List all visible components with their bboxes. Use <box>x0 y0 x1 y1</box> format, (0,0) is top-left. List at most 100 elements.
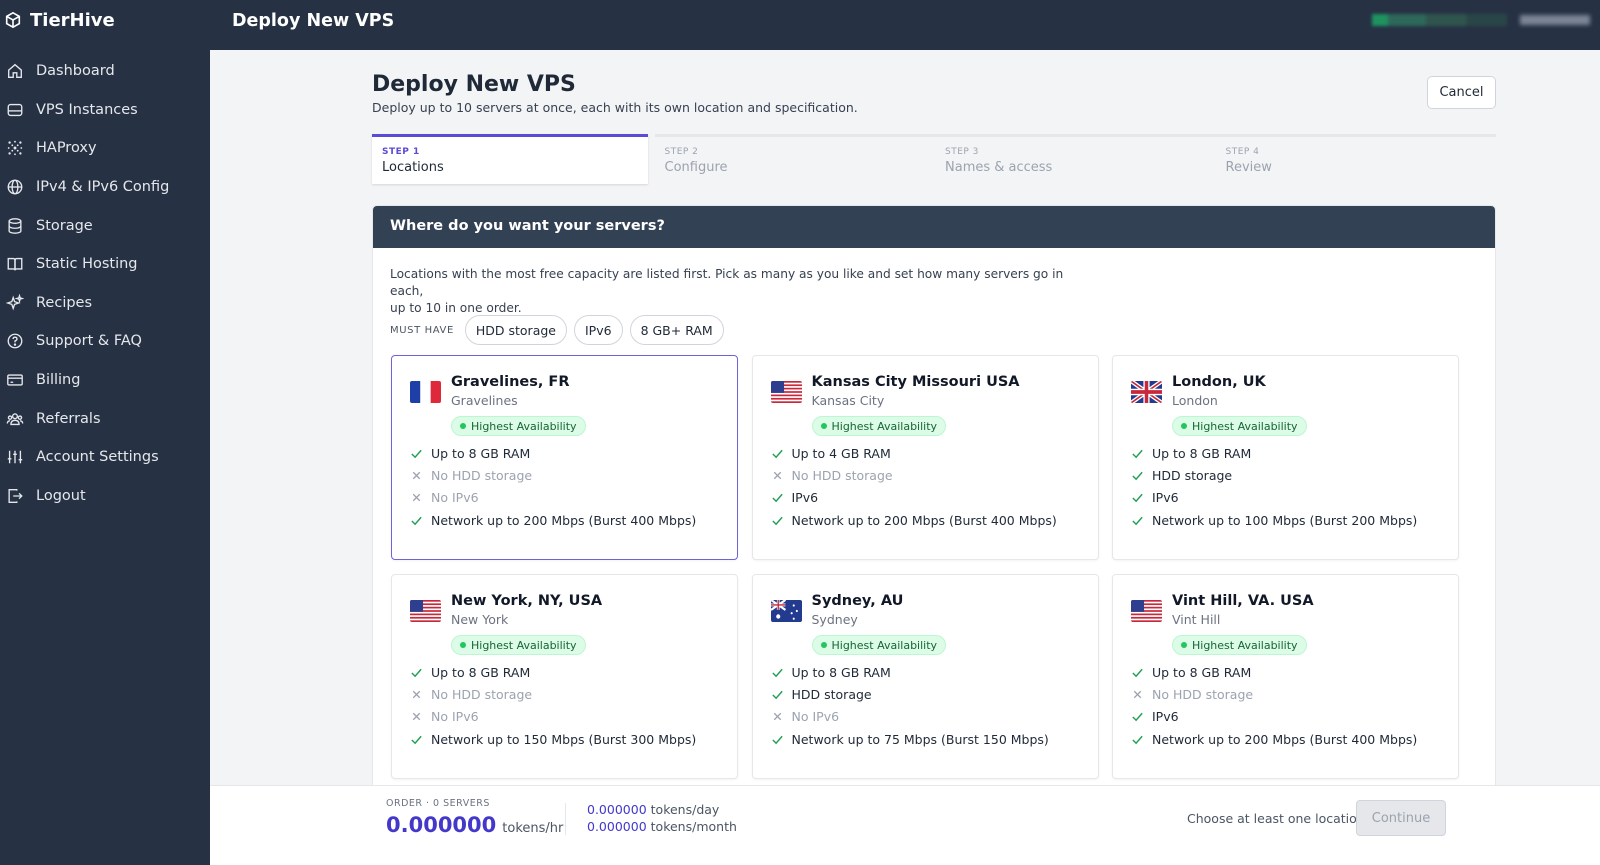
cancel-button[interactable]: Cancel <box>1427 76 1496 109</box>
location-card[interactable]: Gravelines, FR Gravelines Highest Availabi… <box>391 355 738 560</box>
check-icon <box>411 449 422 458</box>
location-subtitle: Gravelines <box>451 393 518 408</box>
check-icon <box>1132 449 1143 458</box>
sidebar-item-dashboard[interactable]: Dashboard <box>0 52 210 91</box>
logo-cube-icon <box>5 11 21 29</box>
location-title: Vint Hill, VA. USA <box>1172 593 1314 609</box>
check-icon <box>771 449 783 458</box>
check-icon <box>1132 668 1143 677</box>
feature-text: No IPv6 <box>431 709 479 725</box>
feature-text: HDD storage <box>1152 468 1233 484</box>
feature-item: Up to 8 GB RAM <box>410 661 719 683</box>
topbar-title: Deploy New VPS <box>232 11 395 31</box>
database-icon <box>8 217 22 234</box>
feature-text: No HDD storage <box>431 687 533 703</box>
x-icon <box>412 690 421 699</box>
sidebar-item-support[interactable]: Support & FAQ <box>0 322 210 361</box>
sidebar-item-static-hosting[interactable]: Static Hosting <box>0 245 210 284</box>
feature-item: No HDD storage <box>1131 683 1440 705</box>
check-icon <box>411 668 422 677</box>
feature-text: Network up to 200 Mbps (Burst 400 Mbps) <box>431 512 697 528</box>
sidebar-item-label: Billing <box>36 372 81 389</box>
feature-item: IPv6 <box>1131 706 1440 728</box>
card-header: Kansas City Missouri USA Kansas City Highe… <box>770 374 1080 436</box>
filter-chip-hdd[interactable]: HDD storage <box>464 315 567 345</box>
location-card[interactable]: London, UK London Highest Availability Up t… <box>1112 355 1459 560</box>
feature-text: HDD storage <box>791 687 872 703</box>
status-dot-icon <box>460 423 466 429</box>
step-names-access[interactable]: STEP 3 Names & access <box>935 134 1216 184</box>
x-icon <box>412 713 421 721</box>
page-subtitle: Deploy up to 10 servers at once, each wi… <box>372 100 858 115</box>
must-have-label: MUST HAVE <box>390 324 454 336</box>
step-label: Configure <box>664 160 728 175</box>
step-locations[interactable]: STEP 1 Locations <box>372 134 648 184</box>
account-status-redacted <box>1372 14 1507 26</box>
step-label: Locations <box>382 160 444 175</box>
feature-text: Up to 4 GB RAM <box>791 445 891 461</box>
step-label: Names & access <box>945 160 1053 175</box>
feature-item: Up to 4 GB RAM <box>771 442 1080 464</box>
order-bar: ORDER · 0 SERVERS 0.000000 tokens/hr 0.0… <box>210 785 1600 865</box>
sidebar-item-vps-instances[interactable]: VPS Instances <box>0 91 210 130</box>
topbar: Deploy New VPS <box>210 0 1600 50</box>
credit-card-icon <box>7 374 23 386</box>
location-card[interactable]: Kansas City Missouri USA Kansas City Highe… <box>751 355 1099 560</box>
sidebar-item-haproxy[interactable]: HAProxy <box>0 129 210 168</box>
sidebar-item-label: Static Hosting <box>36 256 138 273</box>
network-icon <box>7 141 23 156</box>
location-card[interactable]: New York, NY, USA New York Highest Availab… <box>391 574 738 779</box>
filter-chip-ipv6[interactable]: IPv6 <box>573 315 623 345</box>
location-card[interactable]: Sydney, AU Sydney Highest Availability Up t… <box>751 574 1099 779</box>
sidebar-item-storage[interactable]: Storage <box>0 206 210 245</box>
divider <box>565 803 566 835</box>
sidebar-item-billing[interactable]: Billing <box>0 361 210 400</box>
monthly-value: 0.000000 <box>587 819 647 834</box>
feature-item: Up to 8 GB RAM <box>410 442 719 464</box>
step-configure[interactable]: STEP 2 Configure <box>654 134 935 184</box>
feature-item: No IPv6 <box>771 706 1080 728</box>
user-menu-redacted[interactable] <box>1520 15 1590 25</box>
sidebar-item-referrals[interactable]: Referrals <box>0 399 210 438</box>
sidebar-item-label: Account Settings <box>36 449 159 466</box>
location-title: New York, NY, USA <box>451 593 603 609</box>
check-icon <box>411 516 422 526</box>
brand[interactable]: TierHive <box>0 0 210 40</box>
sidebar-item-logout[interactable]: Logout <box>0 477 210 516</box>
location-title: Kansas City Missouri USA <box>811 374 1020 390</box>
location-grid: Gravelines, FR Gravelines Highest Availabi… <box>391 355 1477 779</box>
sidebar-item-label: Support & FAQ <box>36 333 142 350</box>
feature-item: Network up to 200 Mbps (Burst 400 Mbps) <box>410 509 719 531</box>
feature-item: IPv6 <box>1131 487 1440 509</box>
feature-item: No HDD storage <box>410 464 719 486</box>
card-header: Sydney, AU Sydney Highest Availability <box>770 593 1080 655</box>
feature-list: Up to 8 GB RAM No HDD storage No IPv6 Netwo… <box>410 661 719 751</box>
sidebar-item-label: Referrals <box>36 410 101 427</box>
feature-text: Up to 8 GB RAM <box>791 664 891 680</box>
availability-badge: Highest Availability <box>811 416 947 436</box>
step-number: STEP 2 <box>664 147 699 157</box>
sidebar-item-label: HAProxy <box>36 140 97 157</box>
sidebar-item-ip-config[interactable]: IPv4 & IPv6 Config <box>0 168 210 207</box>
feature-text: No HDD storage <box>431 468 533 484</box>
card-header: Vint Hill, VA. USA Vint Hill Highest Avail… <box>1131 593 1440 655</box>
us-flag-icon <box>410 600 441 622</box>
status-dot-icon <box>820 642 827 648</box>
location-subtitle: Vint Hill <box>1172 612 1221 627</box>
availability-badge: Highest Availability <box>451 635 586 655</box>
location-card[interactable]: Vint Hill, VA. USA Vint Hill Highest Avail… <box>1112 574 1459 779</box>
feature-text: IPv6 <box>1152 709 1179 725</box>
x-icon <box>1133 690 1142 699</box>
location-subtitle: Sydney <box>811 612 858 627</box>
feature-list: Up to 4 GB RAM No HDD storage IPv6 Network … <box>771 442 1080 532</box>
feature-text: Network up to 200 Mbps (Burst 400 Mbps) <box>1152 731 1418 747</box>
sidebar-item-account-settings[interactable]: Account Settings <box>0 438 210 477</box>
feature-item: No HDD storage <box>771 464 1080 486</box>
feature-item: HDD storage <box>771 683 1080 705</box>
continue-button[interactable]: Continue <box>1356 800 1446 836</box>
sidebar-item-recipes[interactable]: Recipes <box>0 284 210 323</box>
filter-chip-ram[interactable]: 8 GB+ RAM <box>629 315 724 345</box>
status-dot-icon <box>460 642 466 648</box>
step-review[interactable]: STEP 4 Review <box>1215 134 1496 184</box>
x-icon <box>773 713 781 721</box>
